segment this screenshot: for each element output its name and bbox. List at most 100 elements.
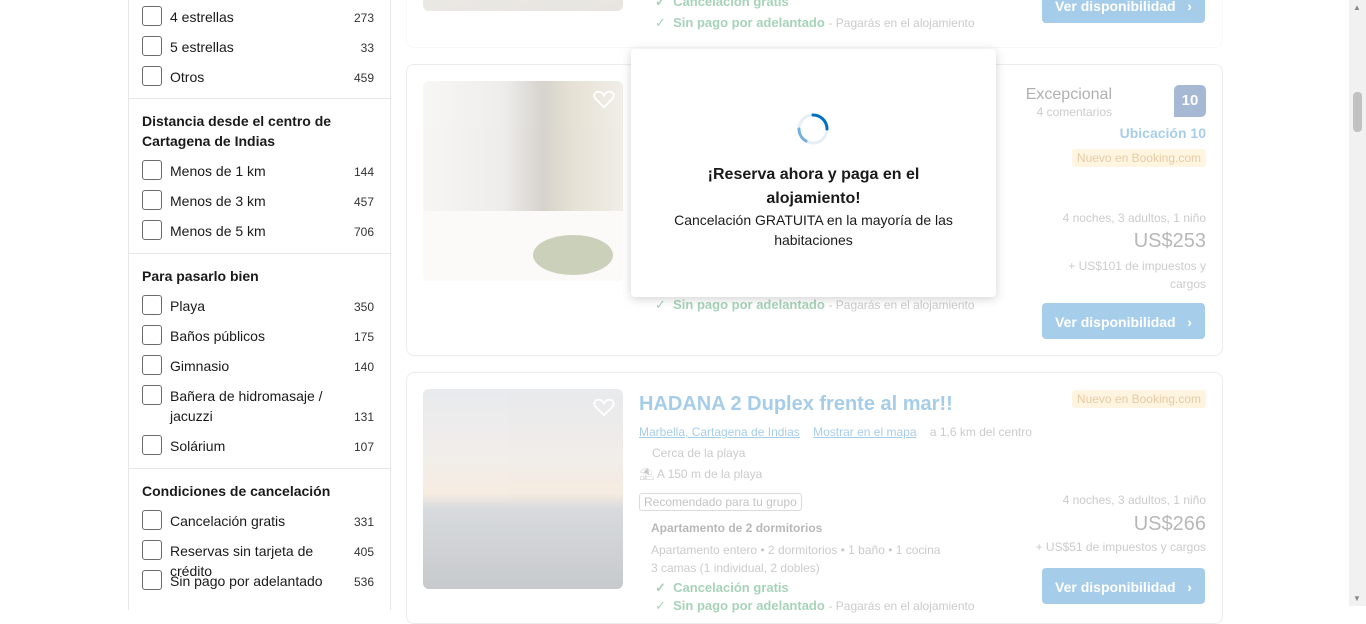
filter-option-beach[interactable]: Playa 350 xyxy=(142,295,374,317)
chevron-right-icon: › xyxy=(1187,314,1192,330)
listing-title[interactable]: HADANA 2 Duplex frente al mar!! xyxy=(639,393,953,416)
filter-option-no-prepayment[interactable]: Sin pago por adelantado 536 xyxy=(142,570,374,592)
listing-photo[interactable] xyxy=(423,0,623,11)
checkbox[interactable] xyxy=(142,220,162,240)
filter-count: 536 xyxy=(353,575,374,589)
checkbox[interactable] xyxy=(142,510,162,530)
checkbox[interactable] xyxy=(142,435,162,455)
checkbox[interactable] xyxy=(142,190,162,210)
unit-type: Apartamento de 2 dormitorios xyxy=(651,521,823,535)
filter-group-cancellation: Condiciones de cancelación Cancelación g… xyxy=(129,468,390,605)
checkbox[interactable] xyxy=(142,6,162,26)
filter-count: 131 xyxy=(353,410,374,424)
unit-description: Apartamento entero • 2 dormitorios • 1 b… xyxy=(651,543,941,557)
checkbox[interactable] xyxy=(142,295,162,315)
filter-option-solarium[interactable]: Solárium 107 xyxy=(142,435,374,457)
heart-icon[interactable] xyxy=(593,89,615,109)
filter-label: Menos de 1 km xyxy=(170,163,266,179)
page-scrollbar[interactable]: ▲ ▼ xyxy=(1349,0,1366,606)
beach-umbrella-icon: ⛱ xyxy=(639,467,655,481)
price: US$253 xyxy=(1133,230,1206,252)
filter-count: 107 xyxy=(353,440,374,454)
filter-option-gym[interactable]: Gimnasio 140 xyxy=(142,355,374,377)
filter-count: 405 xyxy=(353,545,374,559)
recommended-group-tag: Recomendado para tu grupo xyxy=(639,493,802,511)
filter-count: 33 xyxy=(360,41,374,55)
checkbox[interactable] xyxy=(142,385,162,405)
heart-icon[interactable] xyxy=(593,397,615,417)
filter-option-no-credit-card[interactable]: Reservas sin tarjeta de crédito 405 xyxy=(142,540,374,579)
location-link[interactable]: Marbella, Cartagena de Indias xyxy=(639,425,800,439)
filter-option-free-cancellation[interactable]: Cancelación gratis 331 xyxy=(142,510,374,532)
loading-spinner-icon xyxy=(797,113,829,145)
checkbox[interactable] xyxy=(142,355,162,375)
filter-label: Gimnasio xyxy=(170,358,230,374)
location-row: Marbella, Cartagena de Indias Mostrar en… xyxy=(639,424,1032,440)
check-icon: ✓ xyxy=(655,0,666,9)
see-availability-button[interactable]: Ver disponibilidad › xyxy=(1042,0,1205,23)
location-score: Ubicación 10 xyxy=(1119,125,1206,141)
see-availability-button[interactable]: Ver disponibilidad › xyxy=(1042,568,1205,604)
filter-label: Baños públicos xyxy=(170,328,265,344)
filter-group-title: Para pasarlo bien xyxy=(142,268,259,284)
no-prepayment-text: ✓ Sin pago por adelantado - Pagarás en e… xyxy=(655,297,975,312)
no-prepayment-text: ✓ Sin pago por adelantado - Pagarás en e… xyxy=(655,598,975,613)
checkbox[interactable] xyxy=(142,160,162,180)
filter-option-public-baths[interactable]: Baños públicos 175 xyxy=(142,325,374,347)
filter-group-fun: Para pasarlo bien Playa 350 Baños públic… xyxy=(129,253,390,469)
filter-option-distance-1km[interactable]: Menos de 1 km 144 xyxy=(142,160,374,182)
listing-photo[interactable] xyxy=(423,389,623,589)
filter-count: 457 xyxy=(353,195,374,209)
filter-option-other[interactable]: Otros 459 xyxy=(142,66,374,88)
stay-info: 4 noches, 3 adultos, 1 niño xyxy=(1062,493,1206,507)
filter-label: Sin pago por adelantado xyxy=(170,573,323,589)
listing-photo[interactable] xyxy=(423,81,623,281)
checkbox[interactable] xyxy=(142,36,162,56)
listing-card-3: HADANA 2 Duplex frente al mar!! Nuevo en… xyxy=(406,372,1223,624)
beach-distance-row: ⛱ A 150 m de la playa xyxy=(639,467,763,481)
checkbox[interactable] xyxy=(142,540,162,560)
listing-card-1: ✓ Cancelación gratis ✓ Sin pago por adel… xyxy=(406,0,1223,48)
filters-sidebar: 4 estrellas 273 5 estrellas 33 Otros 459… xyxy=(128,0,391,610)
near-beach-text: Cerca de la playa xyxy=(652,446,746,460)
filter-option-distance-3km[interactable]: Menos de 3 km 457 xyxy=(142,190,374,212)
checkbox[interactable] xyxy=(142,325,162,345)
checkbox[interactable] xyxy=(142,570,162,590)
no-prepayment-text: ✓ Sin pago por adelantado - Pagarás en e… xyxy=(655,15,975,30)
filter-group-title: Distancia desde el centro de Cartagena d… xyxy=(142,113,332,149)
see-availability-button[interactable]: Ver disponibilidad › xyxy=(1042,303,1205,339)
filter-group-title: Condiciones de cancelación xyxy=(142,483,331,499)
scroll-down-arrow-icon[interactable]: ▼ xyxy=(1353,594,1361,603)
filter-option-4-stars[interactable]: 4 estrellas 273 xyxy=(142,6,374,28)
taxes-fees: + US$101 de impuestos y cargos xyxy=(1068,259,1206,291)
filter-option-5-stars[interactable]: 5 estrellas 33 xyxy=(142,36,374,58)
filter-option-distance-5km[interactable]: Menos de 5 km 706 xyxy=(142,220,374,242)
price: US$266 xyxy=(1133,513,1206,535)
new-badge: Nuevo en Booking.com xyxy=(1071,390,1206,408)
filter-count: 331 xyxy=(353,515,374,529)
free-cancellation-text: ✓ Cancelación gratis xyxy=(655,580,789,595)
check-icon: ✓ xyxy=(655,297,666,312)
bed-configuration: 3 camas (1 individual, 2 dobles) xyxy=(651,561,820,575)
filter-group-stars: 4 estrellas 273 5 estrellas 33 Otros 459 xyxy=(129,0,390,98)
filter-group-distance: Distancia desde el centro de Cartagena d… xyxy=(129,98,390,254)
stay-info: 4 noches, 3 adultos, 1 niño xyxy=(1062,211,1206,225)
filter-option-hot-tub[interactable]: Bañera de hidromasaje / jacuzzi 131 xyxy=(142,385,374,427)
filter-label: 4 estrellas xyxy=(170,9,234,25)
review-summary[interactable]: Excepcional 4 comentarios xyxy=(1026,85,1112,119)
checkbox[interactable] xyxy=(142,66,162,86)
filter-count: 175 xyxy=(353,330,374,344)
scrollbar-thumb[interactable] xyxy=(1353,92,1362,132)
distance-from-center: a 1,6 km del centro xyxy=(929,425,1032,439)
filter-label: Solárium xyxy=(170,438,226,454)
filter-count: 144 xyxy=(353,165,374,179)
filter-label: Menos de 5 km xyxy=(170,223,266,239)
filter-label: Playa xyxy=(170,298,206,314)
scroll-up-arrow-icon[interactable]: ▲ xyxy=(1353,3,1361,12)
show-on-map-link[interactable]: Mostrar en el mapa xyxy=(813,425,916,439)
check-icon: ✓ xyxy=(655,15,666,30)
booking-loading-modal: ¡Reserva ahora y paga en el alojamiento!… xyxy=(631,49,996,297)
filter-count: 273 xyxy=(353,11,374,25)
filter-label: Otros xyxy=(170,69,205,85)
modal-title: ¡Reserva ahora y paga en el alojamiento! xyxy=(707,166,920,207)
